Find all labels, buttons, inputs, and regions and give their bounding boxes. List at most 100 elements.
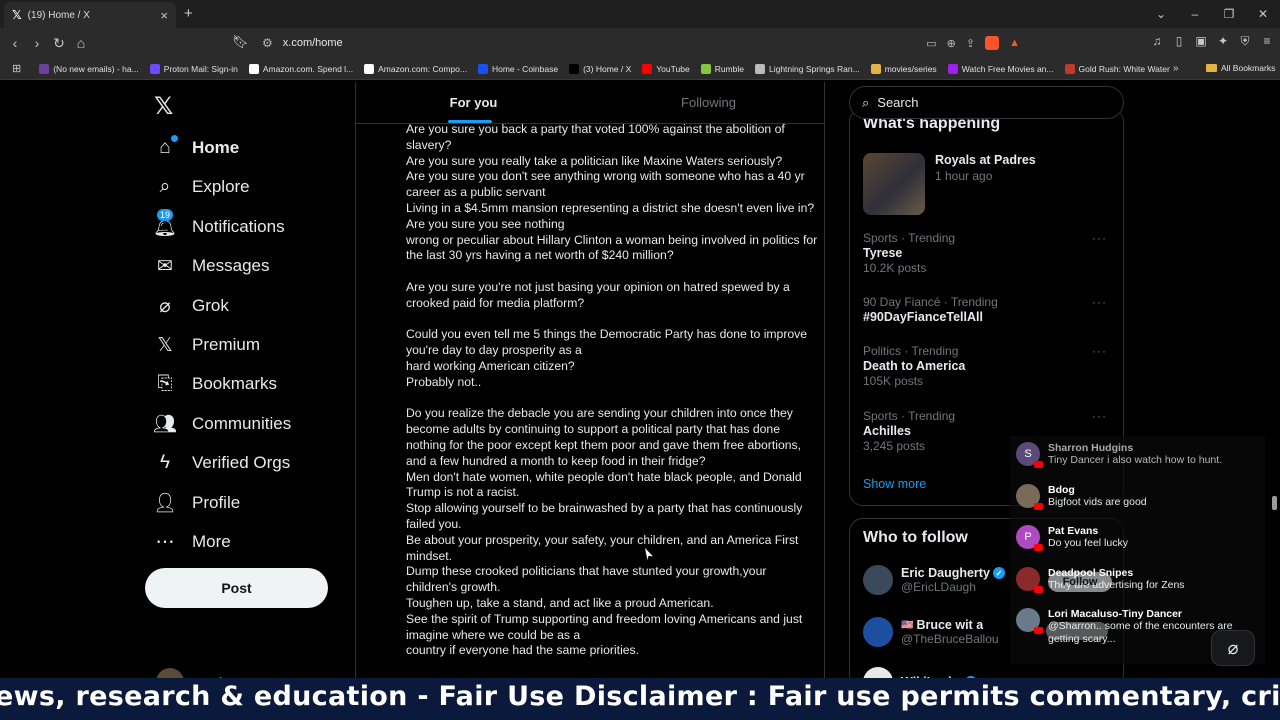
close-window-icon[interactable]: ✕ [1246, 7, 1280, 21]
bookmark-item[interactable]: Lightning Springs Ran... [754, 63, 860, 74]
sidebar-item-label: Communities [192, 414, 292, 433]
timeline-tabs: For you Following [356, 82, 824, 124]
browser-tab[interactable]: 𝕏 (19) Home / X × [4, 2, 176, 28]
all-bookmarks[interactable]: All Bookmarks [1206, 63, 1275, 73]
sidebar-item-grok[interactable]: ⌀ Grok [154, 295, 229, 317]
wallet-icon[interactable]: ▣ [1194, 34, 1208, 49]
sidebar-item-notifications[interactable]: 🔔︎ 19 Notifications [153, 209, 285, 238]
url-text[interactable]: x.com/home [283, 37, 917, 49]
more-options-icon[interactable]: ··· [1092, 231, 1107, 245]
trend-item[interactable]: 90 Day Fiancé · Trending #90DayFianceTell… [863, 295, 1113, 325]
sidebar-icon[interactable]: ▯ [1172, 34, 1186, 49]
avatar [1016, 484, 1043, 510]
leo-icon[interactable]: ✦ [1216, 34, 1230, 49]
more-options-icon[interactable]: ··· [1092, 344, 1107, 358]
bookmark-item[interactable]: Home - Coinbase [477, 63, 558, 74]
bookmark-item[interactable]: Amazon.com: Compo... [364, 63, 467, 74]
sidebar-item-communities[interactable]: 👥︎ Communities [153, 413, 292, 435]
follow-button[interactable]: Follow [1048, 572, 1112, 592]
post-line: Living in a $4.5mm mansion representing … [406, 200, 815, 215]
bookmark-item[interactable]: Proton Mail: Sign-in [149, 63, 238, 74]
sidebar-item-verified-orgs[interactable]: ϟ Verified Orgs [154, 452, 290, 474]
bookmark-label: Rumble [714, 63, 744, 74]
chat-message: S Sharron Hudgins Tiny Dancer i also watch… [1016, 442, 1258, 468]
sidebar-item-bookmarks[interactable]: ⎘ Bookmarks [154, 373, 277, 395]
x-logo-icon[interactable]: 𝕏 [154, 92, 173, 120]
address-bar[interactable]: ⚙︎ x.com/home ▭ ⊕ ⇪ ▲ [254, 31, 1028, 55]
avatar: S [1016, 442, 1043, 468]
more-options-icon[interactable]: ··· [1092, 295, 1107, 309]
user-handle: @EricLDaugh [901, 580, 976, 594]
menu-icon[interactable]: ≡ [1260, 34, 1274, 49]
bookmark-item[interactable]: movies/series [870, 63, 937, 74]
more-bookmarks-icon[interactable]: » [1173, 63, 1179, 74]
follow-suggestion[interactable]: Eric Daugherty ✓ @EricLDaugh [863, 565, 1005, 595]
back-icon[interactable]: ‹ [4, 35, 26, 52]
bookmark-item[interactable]: Rumble [700, 63, 744, 74]
tab-for-you[interactable]: For you [356, 82, 591, 123]
avatar [1016, 567, 1043, 593]
bookmark-item[interactable]: Amazon.com. Spend l... [248, 63, 354, 74]
rewards-icon[interactable]: ▲ [1009, 37, 1020, 49]
more-options-icon[interactable]: ··· [1092, 409, 1107, 423]
vpn-icon[interactable]: ⛨ [1238, 34, 1252, 49]
tab-label: Following [681, 95, 736, 110]
music-icon[interactable]: ♫ [1150, 34, 1164, 49]
forward-icon[interactable]: › [26, 35, 48, 52]
bookmark-item[interactable]: Gold Rush: White Water [1064, 63, 1170, 74]
chat-author: Pat Evans [1048, 525, 1099, 537]
site-info-icon[interactable]: ⚙︎ [262, 36, 273, 50]
home-page-icon[interactable]: ⌂ [70, 35, 92, 52]
trend-item[interactable]: Politics · Trending Death to America 105K … [863, 344, 1113, 388]
sidebar-item-label: Grok [192, 296, 229, 315]
apps-icon[interactable]: ⊞ [12, 62, 21, 75]
zoom-icon[interactable]: ⊕ [947, 37, 956, 50]
sidebar-item-explore[interactable]: ⌕ Explore [154, 176, 250, 198]
brave-shields-icon[interactable] [985, 36, 1000, 50]
chat-author: Bdog [1048, 484, 1075, 496]
reload-icon[interactable]: ↻ [48, 35, 70, 52]
sidebar-item-home[interactable]: ⌂ Home [154, 135, 239, 159]
bookmark-item[interactable]: (No new emails) - ha... [39, 63, 139, 74]
bookmark-favicon-icon [642, 63, 653, 74]
follow-suggestion[interactable]: 🇺🇸︎ Bruce wit a @TheBruceBallou [863, 617, 999, 647]
search-input[interactable]: ⌕ Search [849, 86, 1124, 119]
post-line: Stop allowing yourself to be brainwashed… [406, 501, 806, 531]
scrollbar-thumb[interactable] [1272, 496, 1277, 510]
trending-event[interactable]: Royals at Padres 1 hour ago [863, 153, 1036, 215]
event-title: Royals at Padres [935, 153, 1036, 167]
post-body: Are you sure you back a party that voted… [406, 122, 818, 659]
share-icon[interactable]: ⇪ [966, 37, 975, 50]
bookmark-item[interactable]: (3) Home / X [569, 63, 631, 74]
sidebar-item-premium[interactable]: 𝕏 Premium [154, 334, 260, 356]
show-more-link[interactable]: Show more [863, 477, 926, 491]
x-favicon-icon: 𝕏 [12, 8, 22, 22]
bookmark-page-icon[interactable]: 🔖︎ [232, 34, 249, 50]
bookmark-favicon-icon [248, 63, 259, 74]
bookmark-item[interactable]: Watch Free Movies an... [947, 63, 1054, 74]
sidebar-item-more[interactable]: ⋯ More [154, 531, 231, 553]
new-tab-icon[interactable]: + [184, 5, 193, 22]
post-line: Men don't hate women, white people don't… [406, 469, 805, 500]
sidebar-item-profile[interactable]: 👤︎ Profile [153, 492, 240, 514]
tab-following[interactable]: Following [591, 82, 824, 123]
grok-floating-icon[interactable]: ⌀ [1211, 630, 1255, 666]
close-tab-icon[interactable]: × [160, 8, 168, 23]
follow-button-faded[interactable] [1046, 622, 1108, 640]
minimize-icon[interactable]: – [1178, 7, 1212, 21]
post-button[interactable]: Post [145, 568, 328, 608]
bookmark-label: Lightning Springs Ran... [768, 63, 860, 74]
restore-icon[interactable]: ❐ [1212, 7, 1246, 21]
cast-icon[interactable]: ▭ [926, 37, 936, 50]
event-time: 1 hour ago [935, 169, 993, 183]
bookmark-item[interactable]: YouTube [642, 63, 690, 74]
post-line: Toughen up, take a stand, and act like a… [406, 595, 714, 610]
tab-search-icon[interactable]: ⌄ [1144, 7, 1178, 21]
tab-label: For you [449, 95, 498, 110]
post-line: Are you sure you're not just basing your… [406, 279, 794, 310]
sidebar-item-label: Messages [192, 256, 270, 275]
trend-item[interactable]: Sports · Trending Tyrese 10.2K posts ··· [863, 231, 1113, 275]
sidebar-item-messages[interactable]: ✉︎ Messages [154, 255, 269, 277]
bookmark-label: Amazon.com. Spend l... [262, 63, 354, 74]
